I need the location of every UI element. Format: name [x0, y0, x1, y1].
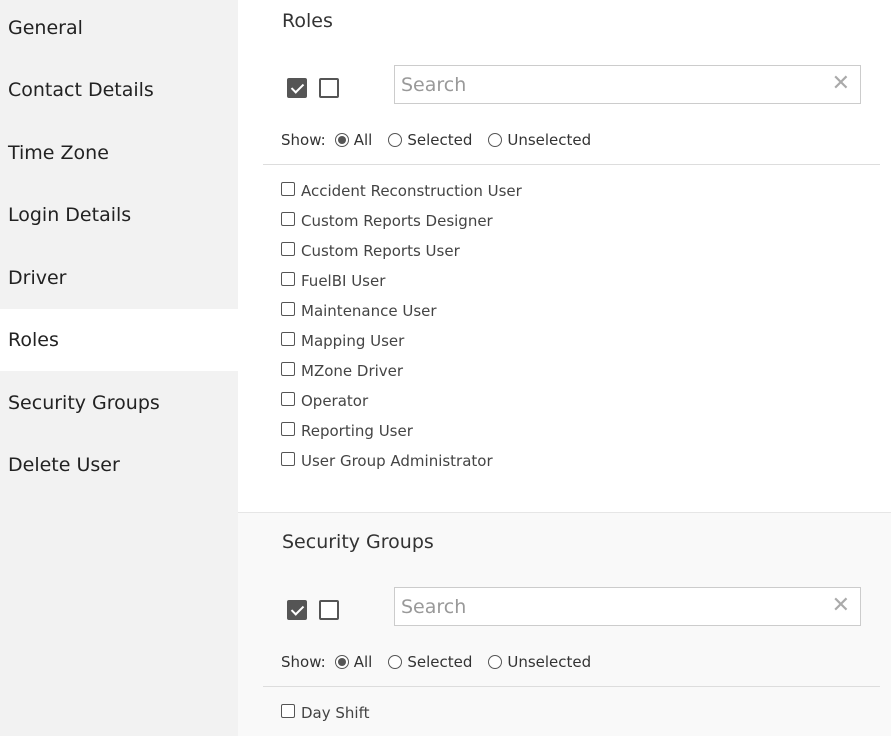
security-groups-filter-unselected[interactable]: Unselected	[488, 653, 591, 671]
list-item-label: MZone Driver	[301, 362, 404, 380]
show-label: Show:	[281, 131, 326, 149]
security-groups-search-input[interactable]	[401, 588, 821, 625]
radio-icon	[388, 133, 403, 147]
sidebar-item-contact-details[interactable]: Contact Details	[0, 59, 238, 121]
roles-search-box: ✕	[394, 65, 861, 104]
filter-option-label: Selected	[407, 131, 473, 149]
radio-selected-icon	[334, 655, 349, 669]
list-item-label: Mapping User	[301, 332, 405, 350]
sidebar-item-driver[interactable]: Driver	[0, 247, 238, 309]
checkbox[interactable]	[281, 362, 295, 376]
list-item[interactable]: User Group Administrator	[281, 446, 522, 476]
roles-filter-selected[interactable]: Selected	[388, 131, 472, 149]
filter-option-label: Selected	[407, 653, 473, 671]
roles-search-input[interactable]	[401, 66, 821, 103]
checkbox[interactable]	[281, 182, 295, 196]
sidebar-item-label: Contact Details	[8, 79, 154, 101]
list-item[interactable]: Reporting User	[281, 416, 522, 446]
checkbox[interactable]	[281, 332, 295, 346]
list-item[interactable]: Mapping User	[281, 326, 522, 356]
security-groups-list: Day Shift	[281, 698, 369, 728]
roles-list: Accident Reconstruction User Custom Repo…	[281, 176, 522, 476]
list-item-label: FuelBI User	[301, 272, 386, 290]
radio-icon	[488, 655, 503, 669]
sidebar-item-time-zone[interactable]: Time Zone	[0, 122, 238, 184]
sidebar-item-roles[interactable]: Roles	[0, 309, 238, 371]
sidebar-item-label: Security Groups	[8, 392, 160, 414]
list-item[interactable]: FuelBI User	[281, 266, 522, 296]
filter-option-label: All	[353, 653, 373, 671]
list-item-label: Custom Reports User	[301, 242, 460, 260]
security-groups-select-none-checkbox[interactable]	[319, 600, 339, 620]
security-groups-filter-selected[interactable]: Selected	[388, 653, 472, 671]
main-panel: Roles ✕ Show: All Selected Unselected Ac…	[238, 0, 891, 736]
clear-icon[interactable]: ✕	[832, 594, 850, 618]
sidebar-item-label: General	[8, 17, 83, 39]
roles-filter-all[interactable]: All	[334, 131, 373, 149]
list-item-label: Custom Reports Designer	[301, 212, 493, 230]
sidebar-item-general[interactable]: General	[0, 0, 238, 59]
security-groups-select-all-checkbox[interactable]	[287, 600, 307, 620]
list-item[interactable]: Operator	[281, 386, 522, 416]
checkbox[interactable]	[281, 392, 295, 406]
sidebar-item-label: Time Zone	[8, 142, 109, 164]
checkbox[interactable]	[281, 422, 295, 436]
radio-selected-icon	[334, 133, 349, 147]
list-item-label: Accident Reconstruction User	[301, 182, 522, 200]
list-item[interactable]: Custom Reports User	[281, 236, 522, 266]
list-item-label: Operator	[301, 392, 369, 410]
roles-title: Roles	[282, 10, 333, 32]
filter-option-label: All	[353, 131, 373, 149]
list-item[interactable]: Day Shift	[281, 698, 369, 728]
sidebar-item-label: Delete User	[8, 454, 120, 476]
radio-icon	[388, 655, 403, 669]
roles-select-none-checkbox[interactable]	[319, 78, 339, 98]
security-groups-section: Security Groups ✕ Show: All Selected Uns…	[238, 512, 891, 736]
roles-show-filter: Show: All Selected Unselected	[281, 131, 607, 149]
sidebar-item-label: Roles	[8, 329, 59, 351]
list-item-label: Maintenance User	[301, 302, 437, 320]
radio-icon	[488, 133, 503, 147]
checkbox[interactable]	[281, 452, 295, 466]
security-groups-search-box: ✕	[394, 587, 861, 626]
sidebar-item-delete-user[interactable]: Delete User	[0, 434, 238, 496]
filter-option-label: Unselected	[507, 131, 592, 149]
list-item-label: User Group Administrator	[301, 452, 493, 470]
sidebar-item-label: Login Details	[8, 204, 132, 226]
security-groups-filter-all[interactable]: All	[334, 653, 373, 671]
security-groups-show-filter: Show: All Selected Unselected	[281, 653, 607, 671]
roles-filter-unselected[interactable]: Unselected	[488, 131, 591, 149]
divider	[263, 164, 880, 165]
sidebar-item-label: Driver	[8, 267, 67, 289]
filter-option-label: Unselected	[507, 653, 592, 671]
security-groups-title: Security Groups	[282, 531, 434, 553]
list-item-label: Reporting User	[301, 422, 413, 440]
list-item[interactable]: MZone Driver	[281, 356, 522, 386]
list-item[interactable]: Accident Reconstruction User	[281, 176, 522, 206]
roles-select-all-checkbox[interactable]	[287, 78, 307, 98]
list-item[interactable]: Custom Reports Designer	[281, 206, 522, 236]
checkbox[interactable]	[281, 302, 295, 316]
checkbox[interactable]	[281, 212, 295, 226]
clear-icon[interactable]: ✕	[832, 72, 850, 96]
settings-sidebar: General Contact Details Time Zone Login …	[0, 0, 238, 736]
checkbox[interactable]	[281, 242, 295, 256]
roles-section: Roles ✕ Show: All Selected Unselected Ac…	[238, 0, 891, 512]
show-label: Show:	[281, 653, 326, 671]
sidebar-item-login-details[interactable]: Login Details	[0, 184, 238, 246]
sidebar-item-security-groups[interactable]: Security Groups	[0, 372, 238, 434]
list-item-label: Day Shift	[301, 704, 370, 722]
checkbox[interactable]	[281, 272, 295, 286]
list-item[interactable]: Maintenance User	[281, 296, 522, 326]
checkbox[interactable]	[281, 704, 295, 718]
divider	[263, 686, 880, 687]
